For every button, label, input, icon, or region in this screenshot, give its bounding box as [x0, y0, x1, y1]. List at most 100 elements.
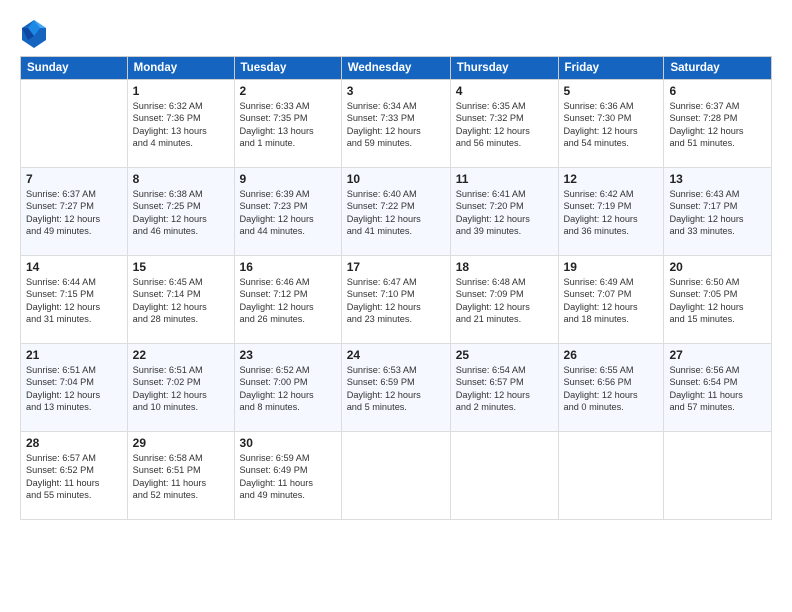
day-info: Sunrise: 6:44 AM Sunset: 7:15 PM Dayligh… [26, 276, 122, 326]
calendar-cell: 11 Sunrise: 6:41 AM Sunset: 7:20 PM Dayli… [450, 168, 558, 256]
day-number: 28 [26, 436, 122, 450]
calendar-cell: 21Sunrise: 6:51 AM Sunset: 7:04 PM Dayli… [21, 344, 128, 432]
calendar-cell: 28 Sunrise: 6:57 AM Sunset: 6:52 PM Dayli… [21, 432, 128, 520]
calendar-cell: 12 Sunrise: 6:42 AM Sunset: 7:19 PM Dayli… [558, 168, 664, 256]
day-number: 11 [456, 172, 553, 186]
calendar-cell: 14 Sunrise: 6:44 AM Sunset: 7:15 PM Dayli… [21, 256, 128, 344]
day-info: Sunrise: 6:55 AM Sunset: 6:56 PM Dayligh… [564, 364, 659, 414]
day-number: 12 [564, 172, 659, 186]
day-number: 21 [26, 348, 122, 362]
day-info: Sunrise: 6:50 AM Sunset: 7:05 PM Dayligh… [669, 276, 766, 326]
day-info: Sunrise: 6:48 AM Sunset: 7:09 PM Dayligh… [456, 276, 553, 326]
calendar-cell: 5 Sunrise: 6:36 AM Sunset: 7:30 PM Daylig… [558, 80, 664, 168]
weekday-header: Wednesday [341, 57, 450, 80]
day-number: 5 [564, 84, 659, 98]
calendar-week-row: 7 Sunrise: 6:37 AM Sunset: 7:27 PM Daylig… [21, 168, 772, 256]
day-number: 16 [240, 260, 336, 274]
day-info: Sunrise: 6:38 AM Sunset: 7:25 PM Dayligh… [133, 188, 229, 238]
day-number: 10 [347, 172, 445, 186]
day-info: Sunrise: 6:32 AM Sunset: 7:36 PM Dayligh… [133, 100, 229, 150]
day-number: 7 [26, 172, 122, 186]
calendar-week-row: 28 Sunrise: 6:57 AM Sunset: 6:52 PM Dayli… [21, 432, 772, 520]
day-number: 30 [240, 436, 336, 450]
day-number: 27 [669, 348, 766, 362]
day-info: Sunrise: 6:37 AM Sunset: 7:27 PM Dayligh… [26, 188, 122, 238]
calendar-header-row: SundayMondayTuesdayWednesdayThursdayFrid… [21, 57, 772, 80]
calendar-cell: 13 Sunrise: 6:43 AM Sunset: 7:17 PM Dayli… [664, 168, 772, 256]
day-number: 1 [133, 84, 229, 98]
calendar-cell: 26 Sunrise: 6:55 AM Sunset: 6:56 PM Dayli… [558, 344, 664, 432]
calendar: SundayMondayTuesdayWednesdayThursdayFrid… [20, 56, 772, 520]
weekday-header: Friday [558, 57, 664, 80]
calendar-cell: 24Sunrise: 6:53 AM Sunset: 6:59 PM Dayli… [341, 344, 450, 432]
calendar-cell: 19 Sunrise: 6:49 AM Sunset: 7:07 PM Dayli… [558, 256, 664, 344]
calendar-cell: 3 Sunrise: 6:34 AM Sunset: 7:33 PM Daylig… [341, 80, 450, 168]
day-info: Sunrise: 6:54 AM Sunset: 6:57 PM Dayligh… [456, 364, 553, 414]
logo [20, 18, 48, 46]
calendar-cell: 16Sunrise: 6:46 AM Sunset: 7:12 PM Dayli… [234, 256, 341, 344]
day-info: Sunrise: 6:37 AM Sunset: 7:28 PM Dayligh… [669, 100, 766, 150]
day-info: Sunrise: 6:34 AM Sunset: 7:33 PM Dayligh… [347, 100, 445, 150]
day-number: 23 [240, 348, 336, 362]
day-number: 19 [564, 260, 659, 274]
calendar-cell [450, 432, 558, 520]
day-number: 20 [669, 260, 766, 274]
page: SundayMondayTuesdayWednesdayThursdayFrid… [0, 0, 792, 612]
day-info: Sunrise: 6:49 AM Sunset: 7:07 PM Dayligh… [564, 276, 659, 326]
weekday-header: Thursday [450, 57, 558, 80]
calendar-week-row: 14 Sunrise: 6:44 AM Sunset: 7:15 PM Dayli… [21, 256, 772, 344]
calendar-cell [21, 80, 128, 168]
weekday-header: Tuesday [234, 57, 341, 80]
weekday-header: Monday [127, 57, 234, 80]
day-info: Sunrise: 6:41 AM Sunset: 7:20 PM Dayligh… [456, 188, 553, 238]
header [20, 18, 772, 46]
calendar-cell: 4Sunrise: 6:35 AM Sunset: 7:32 PM Daylig… [450, 80, 558, 168]
day-info: Sunrise: 6:33 AM Sunset: 7:35 PM Dayligh… [240, 100, 336, 150]
day-info: Sunrise: 6:57 AM Sunset: 6:52 PM Dayligh… [26, 452, 122, 502]
day-number: 25 [456, 348, 553, 362]
calendar-cell: 9Sunrise: 6:39 AM Sunset: 7:23 PM Daylig… [234, 168, 341, 256]
day-number: 26 [564, 348, 659, 362]
day-info: Sunrise: 6:45 AM Sunset: 7:14 PM Dayligh… [133, 276, 229, 326]
day-info: Sunrise: 6:53 AM Sunset: 6:59 PM Dayligh… [347, 364, 445, 414]
calendar-cell: 29Sunrise: 6:58 AM Sunset: 6:51 PM Dayli… [127, 432, 234, 520]
day-number: 9 [240, 172, 336, 186]
day-number: 13 [669, 172, 766, 186]
logo-icon [20, 18, 44, 46]
day-number: 6 [669, 84, 766, 98]
day-info: Sunrise: 6:47 AM Sunset: 7:10 PM Dayligh… [347, 276, 445, 326]
calendar-cell: 25 Sunrise: 6:54 AM Sunset: 6:57 PM Dayli… [450, 344, 558, 432]
calendar-cell: 23 Sunrise: 6:52 AM Sunset: 7:00 PM Dayli… [234, 344, 341, 432]
day-number: 18 [456, 260, 553, 274]
day-number: 14 [26, 260, 122, 274]
day-info: Sunrise: 6:52 AM Sunset: 7:00 PM Dayligh… [240, 364, 336, 414]
calendar-cell [558, 432, 664, 520]
calendar-cell: 2 Sunrise: 6:33 AM Sunset: 7:35 PM Daylig… [234, 80, 341, 168]
day-info: Sunrise: 6:56 AM Sunset: 6:54 PM Dayligh… [669, 364, 766, 414]
day-info: Sunrise: 6:59 AM Sunset: 6:49 PM Dayligh… [240, 452, 336, 502]
calendar-cell: 15Sunrise: 6:45 AM Sunset: 7:14 PM Dayli… [127, 256, 234, 344]
day-number: 17 [347, 260, 445, 274]
day-info: Sunrise: 6:43 AM Sunset: 7:17 PM Dayligh… [669, 188, 766, 238]
calendar-cell: 30 Sunrise: 6:59 AM Sunset: 6:49 PM Dayli… [234, 432, 341, 520]
day-info: Sunrise: 6:51 AM Sunset: 7:02 PM Dayligh… [133, 364, 229, 414]
calendar-cell: 20 Sunrise: 6:50 AM Sunset: 7:05 PM Dayli… [664, 256, 772, 344]
day-number: 8 [133, 172, 229, 186]
day-info: Sunrise: 6:36 AM Sunset: 7:30 PM Dayligh… [564, 100, 659, 150]
calendar-week-row: 21Sunrise: 6:51 AM Sunset: 7:04 PM Dayli… [21, 344, 772, 432]
calendar-cell: 22 Sunrise: 6:51 AM Sunset: 7:02 PM Dayli… [127, 344, 234, 432]
calendar-cell: 1 Sunrise: 6:32 AM Sunset: 7:36 PM Daylig… [127, 80, 234, 168]
day-number: 22 [133, 348, 229, 362]
calendar-cell: 7 Sunrise: 6:37 AM Sunset: 7:27 PM Daylig… [21, 168, 128, 256]
calendar-cell: 17 Sunrise: 6:47 AM Sunset: 7:10 PM Dayli… [341, 256, 450, 344]
day-number: 29 [133, 436, 229, 450]
day-info: Sunrise: 6:40 AM Sunset: 7:22 PM Dayligh… [347, 188, 445, 238]
day-number: 3 [347, 84, 445, 98]
calendar-cell [664, 432, 772, 520]
calendar-cell: 6 Sunrise: 6:37 AM Sunset: 7:28 PM Daylig… [664, 80, 772, 168]
calendar-cell: 8 Sunrise: 6:38 AM Sunset: 7:25 PM Daylig… [127, 168, 234, 256]
weekday-header: Saturday [664, 57, 772, 80]
day-info: Sunrise: 6:42 AM Sunset: 7:19 PM Dayligh… [564, 188, 659, 238]
day-number: 2 [240, 84, 336, 98]
calendar-cell: 18 Sunrise: 6:48 AM Sunset: 7:09 PM Dayli… [450, 256, 558, 344]
